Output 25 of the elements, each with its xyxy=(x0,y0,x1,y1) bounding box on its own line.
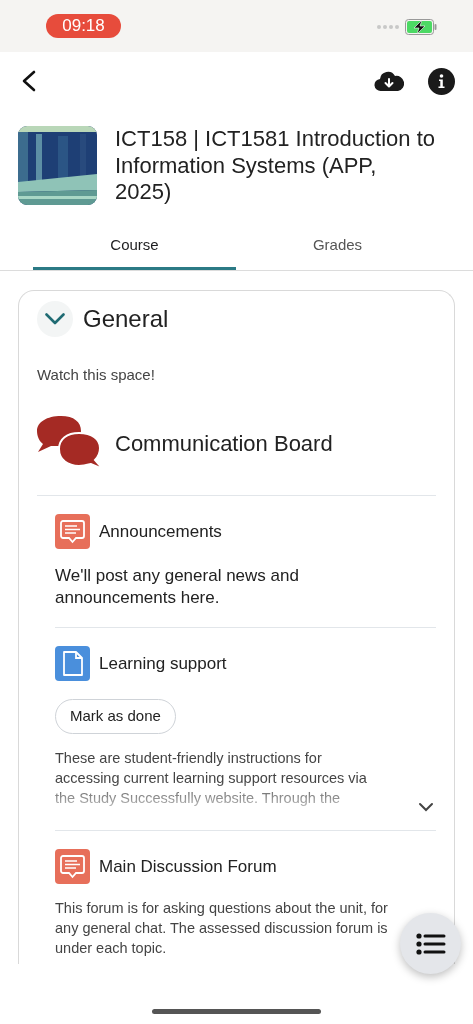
section-summary: Watch this space! xyxy=(37,364,156,385)
info-icon[interactable] xyxy=(428,67,455,95)
activity-title[interactable]: Learning support xyxy=(99,650,227,677)
section-title: General xyxy=(83,303,169,334)
activity-description: We'll post any general news and announcements here. xyxy=(55,565,300,609)
banner-heading: Communication Board xyxy=(115,429,333,458)
expand-button[interactable] xyxy=(416,800,436,814)
activity-title[interactable]: Announcements xyxy=(99,518,222,545)
activity-description: These are student-friendly instructions for accessing current learning support resources via the Study Successfully website. Through the xyxy=(55,749,368,808)
tab[interactable]: Grades xyxy=(236,223,439,270)
clock-time: 09:18 xyxy=(46,14,121,38)
speech-bubbles-icon xyxy=(37,416,103,470)
signal-icon xyxy=(377,25,399,29)
forum-icon xyxy=(55,849,90,884)
tab[interactable]: Course xyxy=(33,223,236,270)
course-title: ICT158 | ICT1581 Introduction to Information Systems (APP, 2025) xyxy=(115,126,436,206)
forum-icon xyxy=(55,514,90,549)
collapse-button[interactable] xyxy=(37,300,73,337)
document-icon xyxy=(55,646,90,681)
activity-title[interactable]: Main Discussion Forum xyxy=(99,853,277,880)
menu-button[interactable] xyxy=(400,913,461,974)
cloud-download-icon[interactable] xyxy=(374,70,404,92)
list-icon xyxy=(415,932,446,955)
activity-description: This forum is for asking questions about the unit, for any general chat. The assessed discussion forum is under each topic. xyxy=(55,899,389,958)
chevron-icon xyxy=(45,312,65,325)
